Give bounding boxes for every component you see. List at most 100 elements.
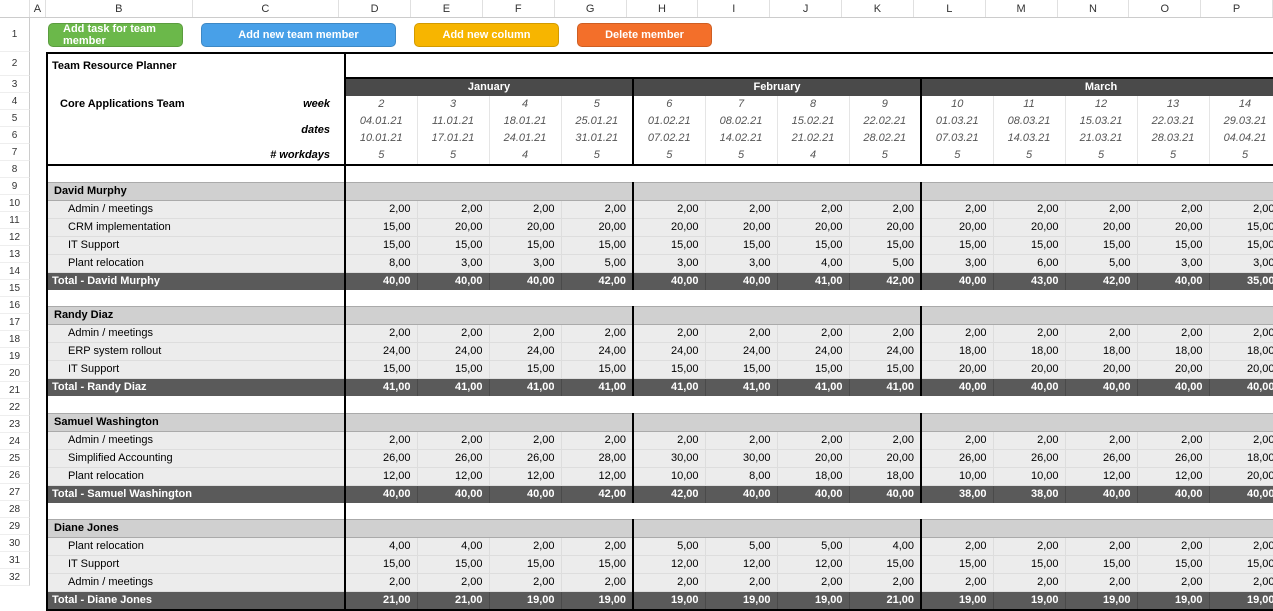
task-label[interactable]: Simplified Accounting <box>54 449 345 467</box>
hours-cell[interactable]: 20,00 <box>849 218 921 236</box>
hours-cell[interactable]: 3,00 <box>417 254 489 272</box>
hours-cell[interactable]: 4,00 <box>345 538 417 556</box>
hours-cell[interactable]: 30,00 <box>705 449 777 467</box>
hours-cell[interactable]: 24,00 <box>561 343 633 361</box>
hours-cell[interactable]: 2,00 <box>1209 574 1273 592</box>
row-header-19[interactable]: 19 <box>0 348 30 365</box>
hours-cell[interactable]: 5,00 <box>849 254 921 272</box>
row-header-6[interactable]: 6 <box>0 127 30 144</box>
row-header-27[interactable]: 27 <box>0 484 30 501</box>
hours-cell[interactable]: 2,00 <box>705 574 777 592</box>
hours-cell[interactable]: 15,00 <box>921 556 993 574</box>
task-label[interactable]: ERP system rollout <box>54 343 345 361</box>
hours-cell[interactable]: 3,00 <box>705 254 777 272</box>
task-label[interactable]: Admin / meetings <box>54 325 345 343</box>
hours-cell[interactable]: 4,00 <box>777 254 849 272</box>
hours-cell[interactable]: 15,00 <box>777 361 849 379</box>
col-header-E[interactable]: E <box>411 0 483 17</box>
hours-cell[interactable]: 12,00 <box>489 467 561 485</box>
col-header-A[interactable]: A <box>30 0 46 17</box>
hours-cell[interactable]: 20,00 <box>1209 467 1273 485</box>
hours-cell[interactable]: 2,00 <box>489 325 561 343</box>
hours-cell[interactable]: 15,00 <box>489 556 561 574</box>
hours-cell[interactable]: 5,00 <box>705 538 777 556</box>
hours-cell[interactable]: 2,00 <box>345 325 417 343</box>
col-header-M[interactable]: M <box>986 0 1058 17</box>
hours-cell[interactable]: 24,00 <box>345 343 417 361</box>
hours-cell[interactable]: 2,00 <box>849 200 921 218</box>
hours-cell[interactable]: 5,00 <box>777 538 849 556</box>
hours-cell[interactable]: 26,00 <box>1065 449 1137 467</box>
hours-cell[interactable]: 2,00 <box>1065 431 1137 449</box>
hours-cell[interactable]: 18,00 <box>1209 343 1273 361</box>
row-header-30[interactable]: 30 <box>0 535 30 552</box>
hours-cell[interactable]: 2,00 <box>633 200 705 218</box>
hours-cell[interactable]: 2,00 <box>921 325 993 343</box>
hours-cell[interactable]: 2,00 <box>417 325 489 343</box>
hours-cell[interactable]: 18,00 <box>1209 449 1273 467</box>
hours-cell[interactable]: 3,00 <box>489 254 561 272</box>
hours-cell[interactable]: 20,00 <box>561 218 633 236</box>
hours-cell[interactable]: 28,00 <box>561 449 633 467</box>
week-number[interactable]: 5 <box>561 96 633 113</box>
col-header-B[interactable]: B <box>46 0 193 17</box>
hours-cell[interactable]: 4,00 <box>849 538 921 556</box>
add-column-button[interactable]: Add new column <box>414 23 559 47</box>
hours-cell[interactable]: 2,00 <box>705 200 777 218</box>
row-header-11[interactable]: 11 <box>0 212 30 229</box>
hours-cell[interactable]: 15,00 <box>777 236 849 254</box>
col-header-C[interactable]: C <box>193 0 340 17</box>
col-header-H[interactable]: H <box>627 0 699 17</box>
hours-cell[interactable]: 2,00 <box>633 574 705 592</box>
person-header[interactable]: Randy Diaz <box>48 307 345 325</box>
week-number[interactable]: 11 <box>993 96 1065 113</box>
task-label[interactable]: Admin / meetings <box>54 574 345 592</box>
hours-cell[interactable]: 2,00 <box>345 431 417 449</box>
hours-cell[interactable]: 2,00 <box>777 200 849 218</box>
hours-cell[interactable]: 2,00 <box>1065 200 1137 218</box>
delete-member-button[interactable]: Delete member <box>577 23 712 47</box>
hours-cell[interactable]: 15,00 <box>345 556 417 574</box>
hours-cell[interactable]: 18,00 <box>921 343 993 361</box>
planner-grid[interactable]: Team Resource PlannerJanuaryFebruaryMarc… <box>48 54 1273 609</box>
task-label[interactable]: CRM implementation <box>54 218 345 236</box>
hours-cell[interactable]: 2,00 <box>1137 200 1209 218</box>
week-number[interactable]: 13 <box>1137 96 1209 113</box>
row-header-10[interactable]: 10 <box>0 195 30 212</box>
week-number[interactable]: 14 <box>1209 96 1273 113</box>
col-header-O[interactable]: O <box>1129 0 1201 17</box>
row-header-5[interactable]: 5 <box>0 110 30 127</box>
hours-cell[interactable]: 2,00 <box>561 431 633 449</box>
row-header-9[interactable]: 9 <box>0 178 30 195</box>
hours-cell[interactable]: 20,00 <box>1137 361 1209 379</box>
hours-cell[interactable]: 5,00 <box>633 538 705 556</box>
hours-cell[interactable]: 24,00 <box>777 343 849 361</box>
hours-cell[interactable]: 2,00 <box>489 574 561 592</box>
hours-cell[interactable]: 18,00 <box>849 467 921 485</box>
row-header-24[interactable]: 24 <box>0 433 30 450</box>
hours-cell[interactable]: 2,00 <box>993 538 1065 556</box>
hours-cell[interactable]: 2,00 <box>561 200 633 218</box>
hours-cell[interactable]: 26,00 <box>993 449 1065 467</box>
hours-cell[interactable]: 20,00 <box>417 218 489 236</box>
hours-cell[interactable]: 20,00 <box>489 218 561 236</box>
hours-cell[interactable]: 2,00 <box>1065 574 1137 592</box>
hours-cell[interactable]: 15,00 <box>1209 218 1273 236</box>
hours-cell[interactable]: 2,00 <box>993 200 1065 218</box>
hours-cell[interactable]: 2,00 <box>777 431 849 449</box>
week-number[interactable]: 12 <box>1065 96 1137 113</box>
hours-cell[interactable]: 3,00 <box>1209 254 1273 272</box>
hours-cell[interactable]: 12,00 <box>417 467 489 485</box>
hours-cell[interactable]: 24,00 <box>633 343 705 361</box>
hours-cell[interactable]: 2,00 <box>417 574 489 592</box>
hours-cell[interactable]: 15,00 <box>417 556 489 574</box>
hours-cell[interactable]: 20,00 <box>921 361 993 379</box>
week-number[interactable]: 10 <box>921 96 993 113</box>
task-label[interactable]: IT Support <box>54 236 345 254</box>
hours-cell[interactable]: 15,00 <box>345 218 417 236</box>
hours-cell[interactable]: 12,00 <box>1065 467 1137 485</box>
row-header-7[interactable]: 7 <box>0 144 30 161</box>
hours-cell[interactable]: 5,00 <box>1065 254 1137 272</box>
hours-cell[interactable]: 4,00 <box>417 538 489 556</box>
hours-cell[interactable]: 15,00 <box>849 556 921 574</box>
